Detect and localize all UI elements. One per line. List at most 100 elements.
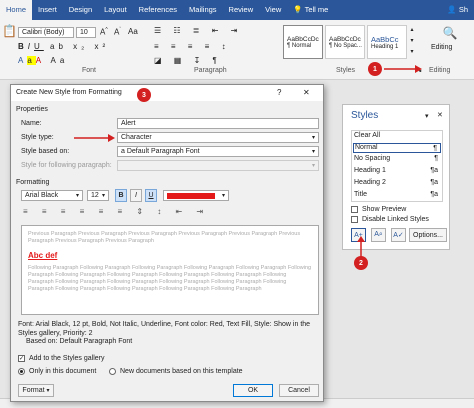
style-description-line: Based on: Default Paragraph Font [26,338,133,345]
underline-toggle[interactable]: U [145,189,157,202]
style-item-clear-all[interactable]: Clear All [354,132,440,142]
font-name-box[interactable]: Calibri (Body) [18,27,74,38]
add-to-gallery-label: Add to the Styles gallery [29,355,105,362]
gallery-normal[interactable]: AaBbCcDc ¶ Normal [283,25,323,59]
gallery-sample: AaBbCcDc [329,35,361,43]
gallery-name: ¶ Normal [287,42,312,49]
shrink-font-icon[interactable]: Aˇ [114,27,121,37]
pane-menu-icon[interactable]: ▾ [425,112,429,120]
align-buttons[interactable]: ≡ ≡ ≡ ≡ ↕ [154,42,231,51]
shading-border-buttons[interactable]: ◪ ▦ ↧ ¶ [154,56,222,65]
font-name-value: Calibri (Body) [22,29,65,36]
format-menu-button[interactable]: Format ▾ [18,384,54,397]
font-effects-buttons[interactable]: AaA Aa [18,56,68,65]
editing-button-label[interactable]: Editing [431,44,452,51]
format-font-select[interactable]: Arial Black ▾ [21,190,83,201]
bold-toggle[interactable]: B [115,189,127,202]
style-name-input[interactable]: Alert [117,118,319,129]
close-icon[interactable]: ✕ [303,88,310,97]
manage-styles-icon[interactable]: A✓ [391,228,406,242]
tab-view[interactable]: View [259,0,287,20]
show-preview-option[interactable]: Show Preview [351,206,406,213]
grow-font-icon[interactable]: A^ [100,27,108,37]
show-preview-label: Show Preview [362,206,407,213]
following-style-select: ▾ [117,160,319,171]
add-to-gallery-option[interactable]: ✓ Add to the Styles gallery [18,355,105,362]
help-icon[interactable]: ? [277,88,281,97]
find-icon[interactable]: 🔍 [430,26,470,40]
tab-insert[interactable]: Insert [32,0,63,20]
paste-icon[interactable]: 📋 [2,24,17,42]
style-item-title[interactable]: Title ¶a [354,191,440,201]
chevron-down-icon: ▾ [311,149,315,155]
group-label-paragraph: Paragraph [194,67,227,74]
style-item-heading-2[interactable]: Heading 2 ¶a [354,179,440,189]
new-documents-label: New documents based on this template [120,368,243,375]
ribbon-tab-bar: Home Insert Design Layout References Mai… [0,0,474,20]
style-inspector-icon[interactable]: A⌕ [371,228,386,242]
tab-references[interactable]: References [133,0,183,20]
format-size-value: 12 [91,192,99,199]
chevron-down-icon: ▾ [311,163,315,169]
style-type-select[interactable]: Character ▾ [117,132,319,143]
user-account[interactable]: 👤 Sh [441,0,474,20]
linked-style-icon: ¶a [430,179,438,186]
properties-heading: Properties [16,106,48,113]
paragraph-mark-icon: ¶ [433,145,437,152]
disable-linked-option[interactable]: Disable Linked Styles [351,216,429,223]
format-size-select[interactable]: 12 ▾ [87,190,109,201]
style-name-value: Alert [121,120,136,127]
pane-close-icon[interactable]: ✕ [437,111,443,119]
tab-design[interactable]: Design [63,0,98,20]
style-item-no-spacing[interactable]: No Spacing ¶ [354,155,440,165]
cancel-button[interactable]: Cancel [279,384,319,397]
add-to-gallery-checkbox[interactable]: ✓ [18,355,25,362]
gallery-no-spacing[interactable]: AaBbCcDc ¶ No Spac... [325,25,365,59]
style-based-label: Style based on: [21,148,70,155]
name-label: Name: [21,120,42,127]
gallery-scroll[interactable]: ▴ ▾ ▾ [408,25,416,59]
chevron-down-icon: ▾ [46,388,50,394]
format-button-label: Format [22,387,45,394]
italic-toggle[interactable]: I [130,189,142,202]
only-this-document-option[interactable]: Only in this document [18,368,96,375]
style-item-heading-1[interactable]: Heading 1 ¶a [354,167,440,177]
font-size-box[interactable]: 10 [76,27,96,38]
show-preview-checkbox[interactable] [351,206,358,213]
group-label-styles: Styles [336,67,356,74]
preview-sample-text: Abc def [28,251,58,260]
tell-me-label: Tell me [304,5,329,14]
style-item-name: Heading 2 [354,179,386,186]
disable-linked-checkbox[interactable] [351,216,358,223]
options-button[interactable]: Options... [409,228,447,242]
styles-pane-title: Styles [351,110,379,121]
gallery-heading-1[interactable]: AaBbCc Heading 1 [367,25,407,59]
tell-me-search[interactable]: 💡 Tell me [287,0,334,20]
callout-badge-3: 3 [137,88,151,102]
font-color-select[interactable]: ▾ [163,190,229,201]
style-item-normal[interactable]: Normal ¶ [353,143,441,153]
preview-following-paragraph: Following Paragraph Following Paragraph … [28,265,312,292]
tab-mailings[interactable]: Mailings [183,0,223,20]
tab-home[interactable]: Home [0,0,33,20]
style-description: Font: Arial Black, 12 pt, Bold, Not Ital… [18,321,322,347]
list-buttons[interactable]: ☰ ☷ ≣ ⇤ ⇥ [154,26,242,35]
new-documents-option[interactable]: New documents based on this template [109,368,243,375]
font-size-value: 10 [80,29,88,36]
ok-button[interactable]: OK [233,384,273,397]
callout-badge-2: 2 [354,256,368,270]
paragraph-format-buttons[interactable]: ≡ ≡ ≡ ≡ ≡ ≡ ⇕ ↕ ⇤ ⇥ [21,207,319,221]
tab-layout[interactable]: Layout [98,0,133,20]
tab-review[interactable]: Review [223,0,260,20]
new-documents-radio[interactable] [109,368,116,375]
style-based-select[interactable]: a Default Paragraph Font ▾ [117,146,319,157]
font-color-swatch [167,192,215,199]
only-this-document-radio[interactable] [18,368,25,375]
group-label-editing: Editing [429,67,451,74]
disable-linked-label: Disable Linked Styles [362,216,429,223]
change-case-icon[interactable]: Aa [128,27,138,36]
create-style-dialog: Create New Style from Formatting ? ✕ 3 P… [10,84,324,402]
chevron-down-icon: ▾ [311,135,315,141]
linked-style-icon: ¶a [430,167,438,174]
font-format-buttons[interactable]: BIU ab x₂ x² [18,42,109,51]
